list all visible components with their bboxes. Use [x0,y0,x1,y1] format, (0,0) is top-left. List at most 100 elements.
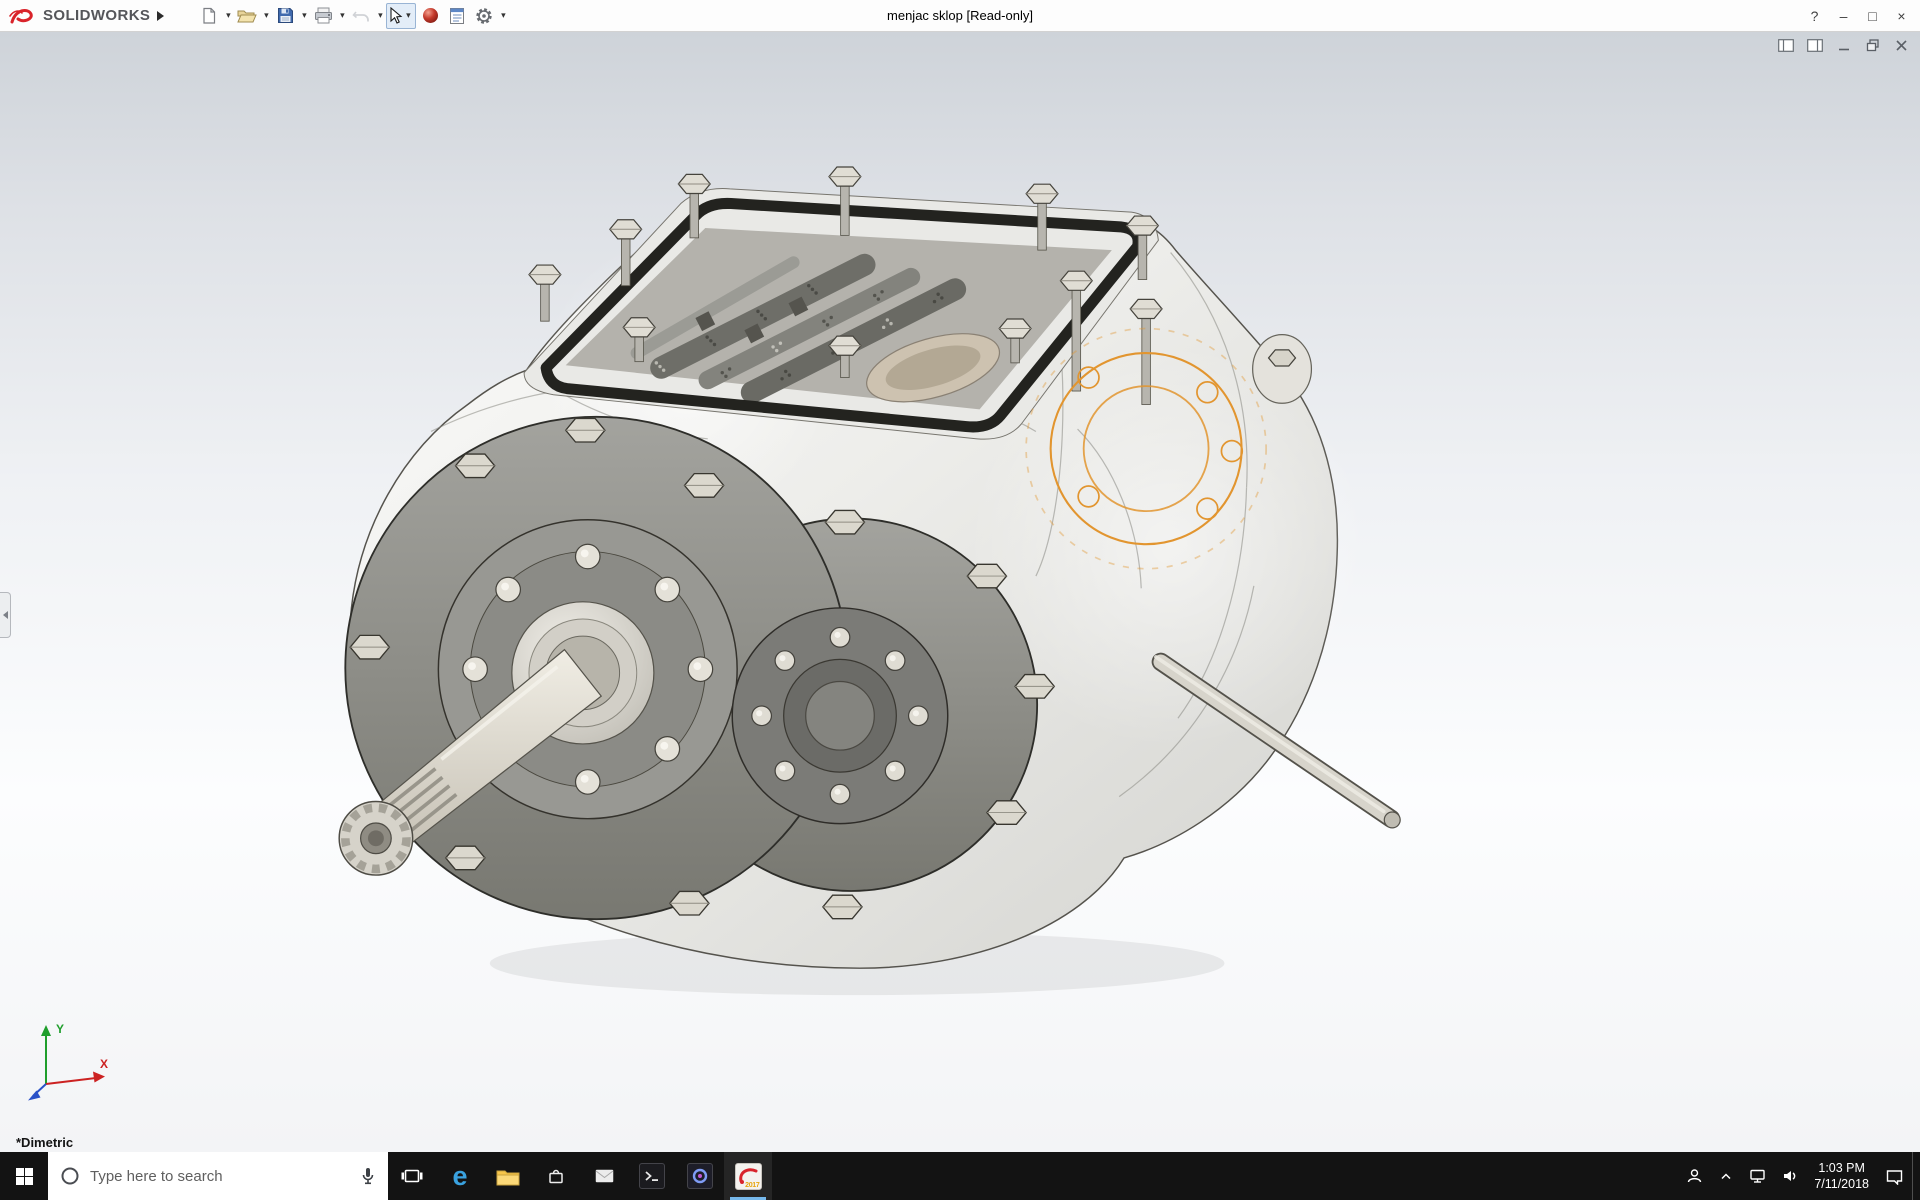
windows-taskbar: e 2017 [0,1152,1920,1200]
right-bearing-cover[interactable] [731,607,949,825]
volume-button[interactable] [1774,1152,1806,1200]
document-title: menjac sklop [Read-only] [887,8,1033,23]
taskbar-clock[interactable]: 1:03 PM 7/11/2018 [1806,1152,1877,1200]
task-view-button[interactable] [388,1152,436,1200]
undo-dropdown-chevron[interactable]: ▾ [375,10,385,21]
network-icon [1750,1169,1766,1183]
cortana-circle-icon [61,1167,79,1185]
people-button[interactable] [1678,1152,1711,1200]
mail-app-button[interactable] [580,1152,628,1200]
dome-bolt[interactable] [829,626,851,648]
search-input[interactable] [90,1167,350,1185]
cover-stud[interactable] [621,233,631,287]
select-button[interactable]: ▾ [386,2,417,29]
menu-flyout-button[interactable] [150,0,170,31]
start-button[interactable] [0,1152,48,1200]
dome-bolt[interactable] [574,543,601,570]
doc-minimize-icon[interactable] [1835,38,1852,53]
people-icon [1688,1169,1702,1183]
undo-icon [352,10,370,21]
console-app-icon [639,1163,665,1189]
hidden-icons-button[interactable] [1711,1152,1741,1200]
dome-bolt[interactable] [495,576,522,603]
action-center-button[interactable] [1877,1152,1912,1200]
open-button[interactable] [234,3,260,29]
gearbox-model-canvas[interactable] [0,32,1920,1152]
ds-swoosh-icon [9,8,33,23]
doc-restore-icon[interactable] [1864,38,1881,53]
cover-stud[interactable] [840,181,850,236]
store-icon [549,1169,563,1184]
dome-bolt[interactable] [884,650,906,672]
cover-stud[interactable] [1071,285,1082,392]
store-app-button[interactable] [532,1152,580,1200]
chevron-left-icon [2,611,8,619]
show-desktop-button[interactable] [1912,1152,1920,1200]
clock-time: 1:03 PM [1818,1160,1865,1175]
minimize-button[interactable]: – [1829,0,1858,31]
media-app-icon [687,1163,713,1189]
edit-appearance-button[interactable] [417,3,443,29]
cover-stud[interactable] [689,188,699,239]
cover-stud[interactable] [1141,313,1151,405]
print-dropdown-chevron[interactable]: ▾ [337,10,347,21]
dome-bolt[interactable] [687,656,714,683]
new-button[interactable] [196,3,222,29]
dome-bolt[interactable] [774,760,796,782]
volume-icon [1784,1171,1796,1181]
taskbar-search[interactable] [48,1152,388,1200]
save-dropdown-chevron[interactable]: ▾ [299,10,309,21]
dome-bolt[interactable] [751,705,773,727]
edge-icon: e [452,1160,468,1191]
pane-right-icon[interactable] [1806,38,1823,53]
edge-app-button[interactable]: e [436,1152,484,1200]
cover-stud[interactable] [1037,198,1047,251]
cover-stud[interactable] [1137,230,1148,280]
dome-bolt[interactable] [907,705,929,727]
options-button[interactable] [471,3,497,29]
graphics-area[interactable]: Y X *Dimetric [0,32,1920,1152]
solidworks-version-badge: 2017 [745,1181,760,1189]
select-cursor-icon [390,6,403,24]
undo-button[interactable] [348,3,374,29]
print-button[interactable] [310,3,336,29]
dome-bolt[interactable] [574,769,601,795]
solidworks-app-button[interactable]: 2017 [724,1152,772,1200]
dome-bolt[interactable] [462,656,488,683]
dome-bolt[interactable] [774,650,796,672]
reference-triad: Y X [28,1022,108,1101]
microphone-icon[interactable] [360,1166,376,1186]
triad-y-label: Y [56,1022,64,1036]
cover-stud[interactable] [540,279,550,322]
dome-bolt[interactable] [884,760,906,782]
file-explorer-icon [496,1170,520,1185]
flyout-arrow-icon [156,10,164,21]
file-explorer-app-button[interactable] [484,1152,532,1200]
console-app-button[interactable] [628,1152,676,1200]
open-folder-icon [237,10,258,22]
help-button[interactable]: ? [1800,0,1829,31]
brand-text: SOLIDWORKS [43,7,151,24]
app-titlebar: SOLIDWORKS ▾ ▾ ▾ ▾ ▾ ▾ ▾ menjac sklop [R… [0,0,1920,32]
network-button[interactable] [1741,1152,1774,1200]
pane-left-icon[interactable] [1777,38,1794,53]
new-dropdown-chevron[interactable]: ▾ [223,10,233,21]
window-controls: ? – □ × [1800,0,1920,31]
open-dropdown-chevron[interactable]: ▾ [261,10,271,21]
doc-close-icon[interactable] [1893,38,1910,53]
maximize-button[interactable]: □ [1858,0,1887,31]
system-tray: 1:03 PM 7/11/2018 [1678,1152,1920,1200]
feature-panel-collapse-tab[interactable] [0,592,11,638]
close-button[interactable]: × [1887,0,1916,31]
dome-bolt[interactable] [654,576,681,603]
document-properties-button[interactable] [444,3,470,29]
save-button[interactable] [272,3,298,29]
dome-bolt[interactable] [829,783,851,805]
dome-bolt[interactable] [654,735,681,762]
print-icon [314,7,332,24]
top-right-boss[interactable] [1252,334,1313,404]
media-app-button[interactable] [676,1152,724,1200]
select-dropdown-chevron[interactable]: ▾ [403,10,413,21]
view-orientation-label: *Dimetric [16,1135,74,1150]
options-dropdown-chevron[interactable]: ▾ [498,10,508,21]
